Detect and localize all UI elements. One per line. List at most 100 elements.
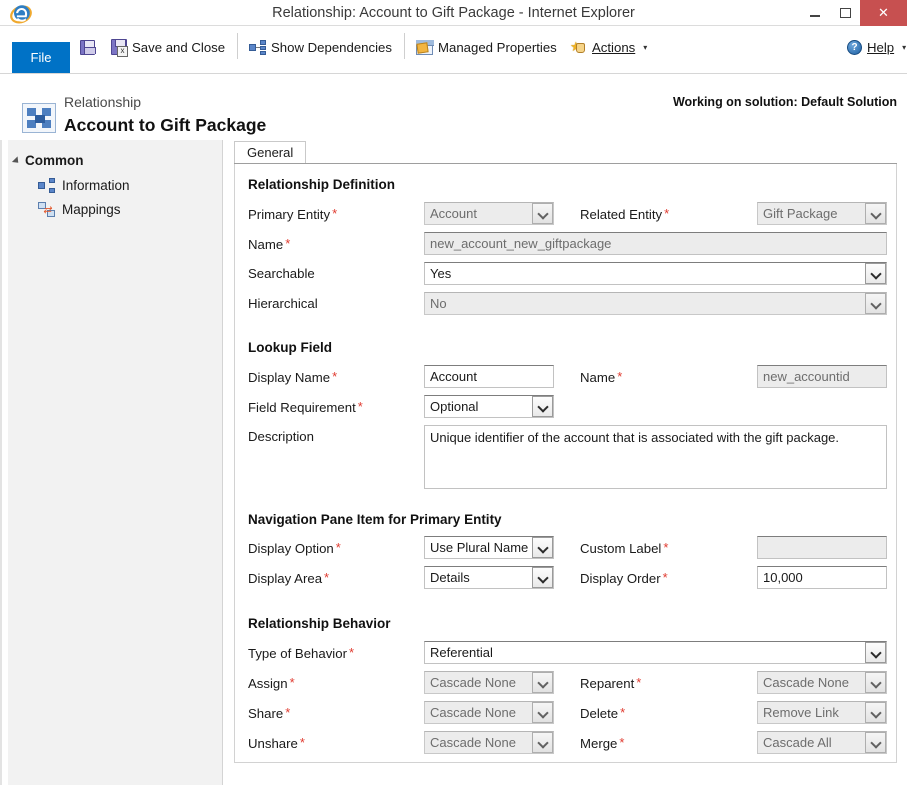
save-button[interactable] (80, 34, 96, 60)
required-marker: * (662, 570, 668, 585)
sidebar (8, 140, 223, 785)
relationship-name-input[interactable]: new_account_new_giftpackage (424, 232, 887, 255)
custom-label-label: Custom Label * (580, 540, 669, 556)
window-title: Relationship: Account to Gift Package - … (272, 5, 635, 21)
help-label: Help (867, 39, 895, 55)
required-marker: * (636, 675, 642, 690)
tab-strip: General (234, 141, 897, 164)
relationship-name-label: Name * (248, 236, 291, 252)
page-title: Account to Gift Package (64, 115, 267, 135)
sidebar-item-mappings[interactable]: ⇄ Mappings (38, 198, 121, 220)
show-dependencies-button[interactable]: Show Dependencies (249, 34, 392, 60)
sidebar-rail (0, 140, 2, 785)
field-requirement-label: Field Requirement * (248, 399, 363, 415)
sidebar-item-label: Information (62, 177, 130, 193)
required-marker: * (332, 369, 338, 384)
display-option-value: Use Plural Name (430, 540, 529, 555)
dependencies-icon (249, 39, 266, 55)
required-marker: * (357, 399, 363, 414)
related-entity-label: Related Entity * (580, 206, 670, 222)
information-icon (38, 177, 55, 193)
display-name-input[interactable]: Account (424, 365, 554, 388)
section-title-lookup-field: Lookup Field (248, 340, 332, 355)
lookup-name-input[interactable]: new_accountid (757, 365, 887, 388)
required-marker: * (285, 236, 291, 251)
searchable-value: Yes (430, 266, 452, 281)
assign-select[interactable]: Cascade None (424, 671, 554, 694)
sidebar-item-information[interactable]: Information (38, 174, 130, 196)
display-order-input[interactable]: 10,000 (757, 566, 887, 589)
required-marker: * (348, 645, 355, 660)
chevron-down-icon (532, 203, 553, 224)
merge-select[interactable]: Cascade All (757, 731, 887, 754)
primary-entity-select[interactable]: Account (424, 202, 554, 225)
delete-label: Delete * (580, 705, 626, 721)
help-menu-button[interactable]: ? Help ▾ (847, 34, 906, 60)
reparent-select[interactable]: Cascade None (757, 671, 887, 694)
solution-context-label: Working on solution: Default Solution (672, 95, 897, 109)
chevron-down-icon (865, 263, 886, 284)
actions-menu-button[interactable]: ★ Actions ▾ (570, 34, 647, 60)
display-order-label: Display Order * (580, 570, 668, 586)
required-marker: * (299, 735, 305, 750)
field-requirement-select[interactable]: Optional (424, 395, 554, 418)
chevron-down-icon (532, 702, 553, 723)
required-marker: * (289, 675, 295, 690)
maximize-button[interactable] (830, 0, 860, 26)
assign-label: Assign * (248, 675, 295, 691)
display-option-select[interactable]: Use Plural Name (424, 536, 554, 559)
expand-collapse-icon (11, 155, 22, 166)
merge-label: Merge * (580, 735, 625, 751)
unshare-value: Cascade None (430, 735, 516, 750)
save-and-close-label: Save and Close (132, 39, 226, 55)
display-area-label: Display Area * (248, 570, 330, 586)
managed-properties-button[interactable]: Managed Properties (416, 34, 557, 60)
close-button[interactable]: ✕ (860, 0, 907, 26)
display-option-label: Display Option * (248, 540, 341, 556)
section-title-relationship-definition: Relationship Definition (248, 177, 395, 192)
managed-properties-label: Managed Properties (438, 39, 557, 55)
type-of-behavior-select[interactable]: Referential (424, 641, 887, 664)
section-title-navigation-pane: Navigation Pane Item for Primary Entity (248, 512, 502, 527)
relationship-icon (22, 103, 56, 133)
chevron-down-icon (865, 732, 886, 753)
related-entity-select[interactable]: Gift Package (757, 202, 887, 225)
sidebar-group-common[interactable]: Common (11, 153, 84, 168)
reparent-value: Cascade None (763, 675, 849, 690)
chevron-down-icon (532, 672, 553, 693)
minimize-button[interactable] (800, 0, 830, 26)
required-marker: * (332, 206, 338, 221)
section-title-relationship-behavior: Relationship Behavior (248, 616, 391, 631)
mappings-icon: ⇄ (38, 201, 55, 217)
title-bar: Relationship: Account to Gift Package - … (0, 0, 907, 26)
type-of-behavior-label: Type of Behavior * (248, 645, 355, 661)
custom-label-input[interactable] (757, 536, 887, 559)
primary-entity-label: Primary Entity * (248, 206, 338, 222)
delete-select[interactable]: Remove Link (757, 701, 887, 724)
required-marker: * (620, 705, 626, 720)
actions-icon: ★ (570, 40, 587, 55)
display-area-select[interactable]: Details (424, 566, 554, 589)
chevron-down-icon (865, 672, 886, 693)
delete-value: Remove Link (763, 705, 839, 720)
tab-general[interactable]: General (234, 141, 307, 164)
unshare-select[interactable]: Cascade None (424, 731, 554, 754)
file-menu-button[interactable]: File (12, 42, 70, 73)
save-and-close-icon (111, 39, 128, 57)
required-marker: * (285, 705, 291, 720)
chevron-down-icon (865, 203, 886, 224)
toolbar-separator (237, 33, 238, 59)
hierarchical-select[interactable]: No (424, 292, 887, 315)
share-select[interactable]: Cascade None (424, 701, 554, 724)
required-marker: * (663, 540, 669, 555)
chevron-down-icon: ▾ (643, 42, 648, 52)
related-entity-value: Gift Package (763, 206, 838, 221)
chevron-down-icon (532, 732, 553, 753)
save-and-close-button[interactable]: Save and Close (111, 34, 225, 60)
chevron-down-icon (532, 396, 553, 417)
description-textarea[interactable]: Unique identifier of the account that is… (424, 425, 887, 489)
sidebar-group-label: Common (25, 153, 84, 168)
hierarchical-value: No (430, 296, 447, 311)
searchable-select[interactable]: Yes (424, 262, 887, 285)
help-icon: ? (847, 39, 862, 55)
